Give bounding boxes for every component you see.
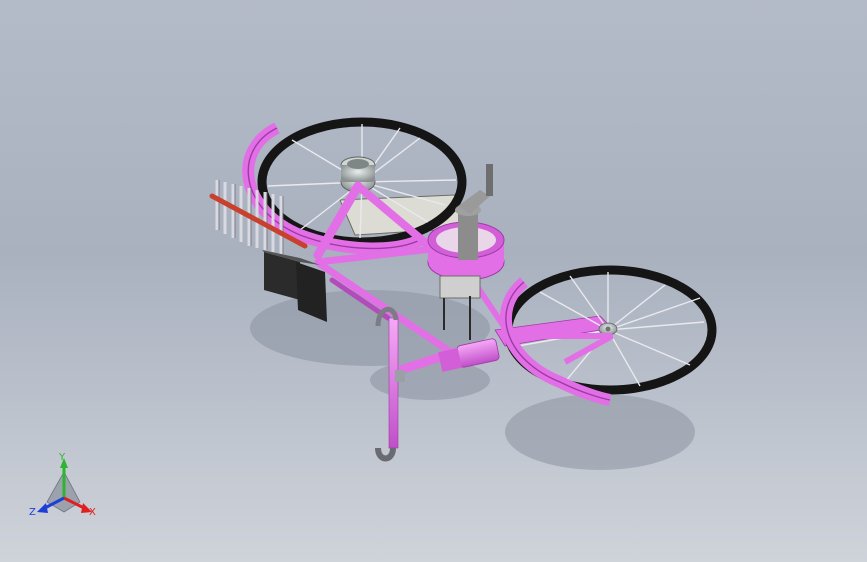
orientation-triad[interactable]: Y X Z bbox=[0, 0, 867, 562]
3d-model-viewport[interactable]: Y X Z bbox=[0, 0, 867, 562]
z-axis-label: Z bbox=[29, 507, 36, 518]
y-axis-label: Y bbox=[58, 452, 66, 463]
x-axis-label: X bbox=[89, 507, 96, 518]
